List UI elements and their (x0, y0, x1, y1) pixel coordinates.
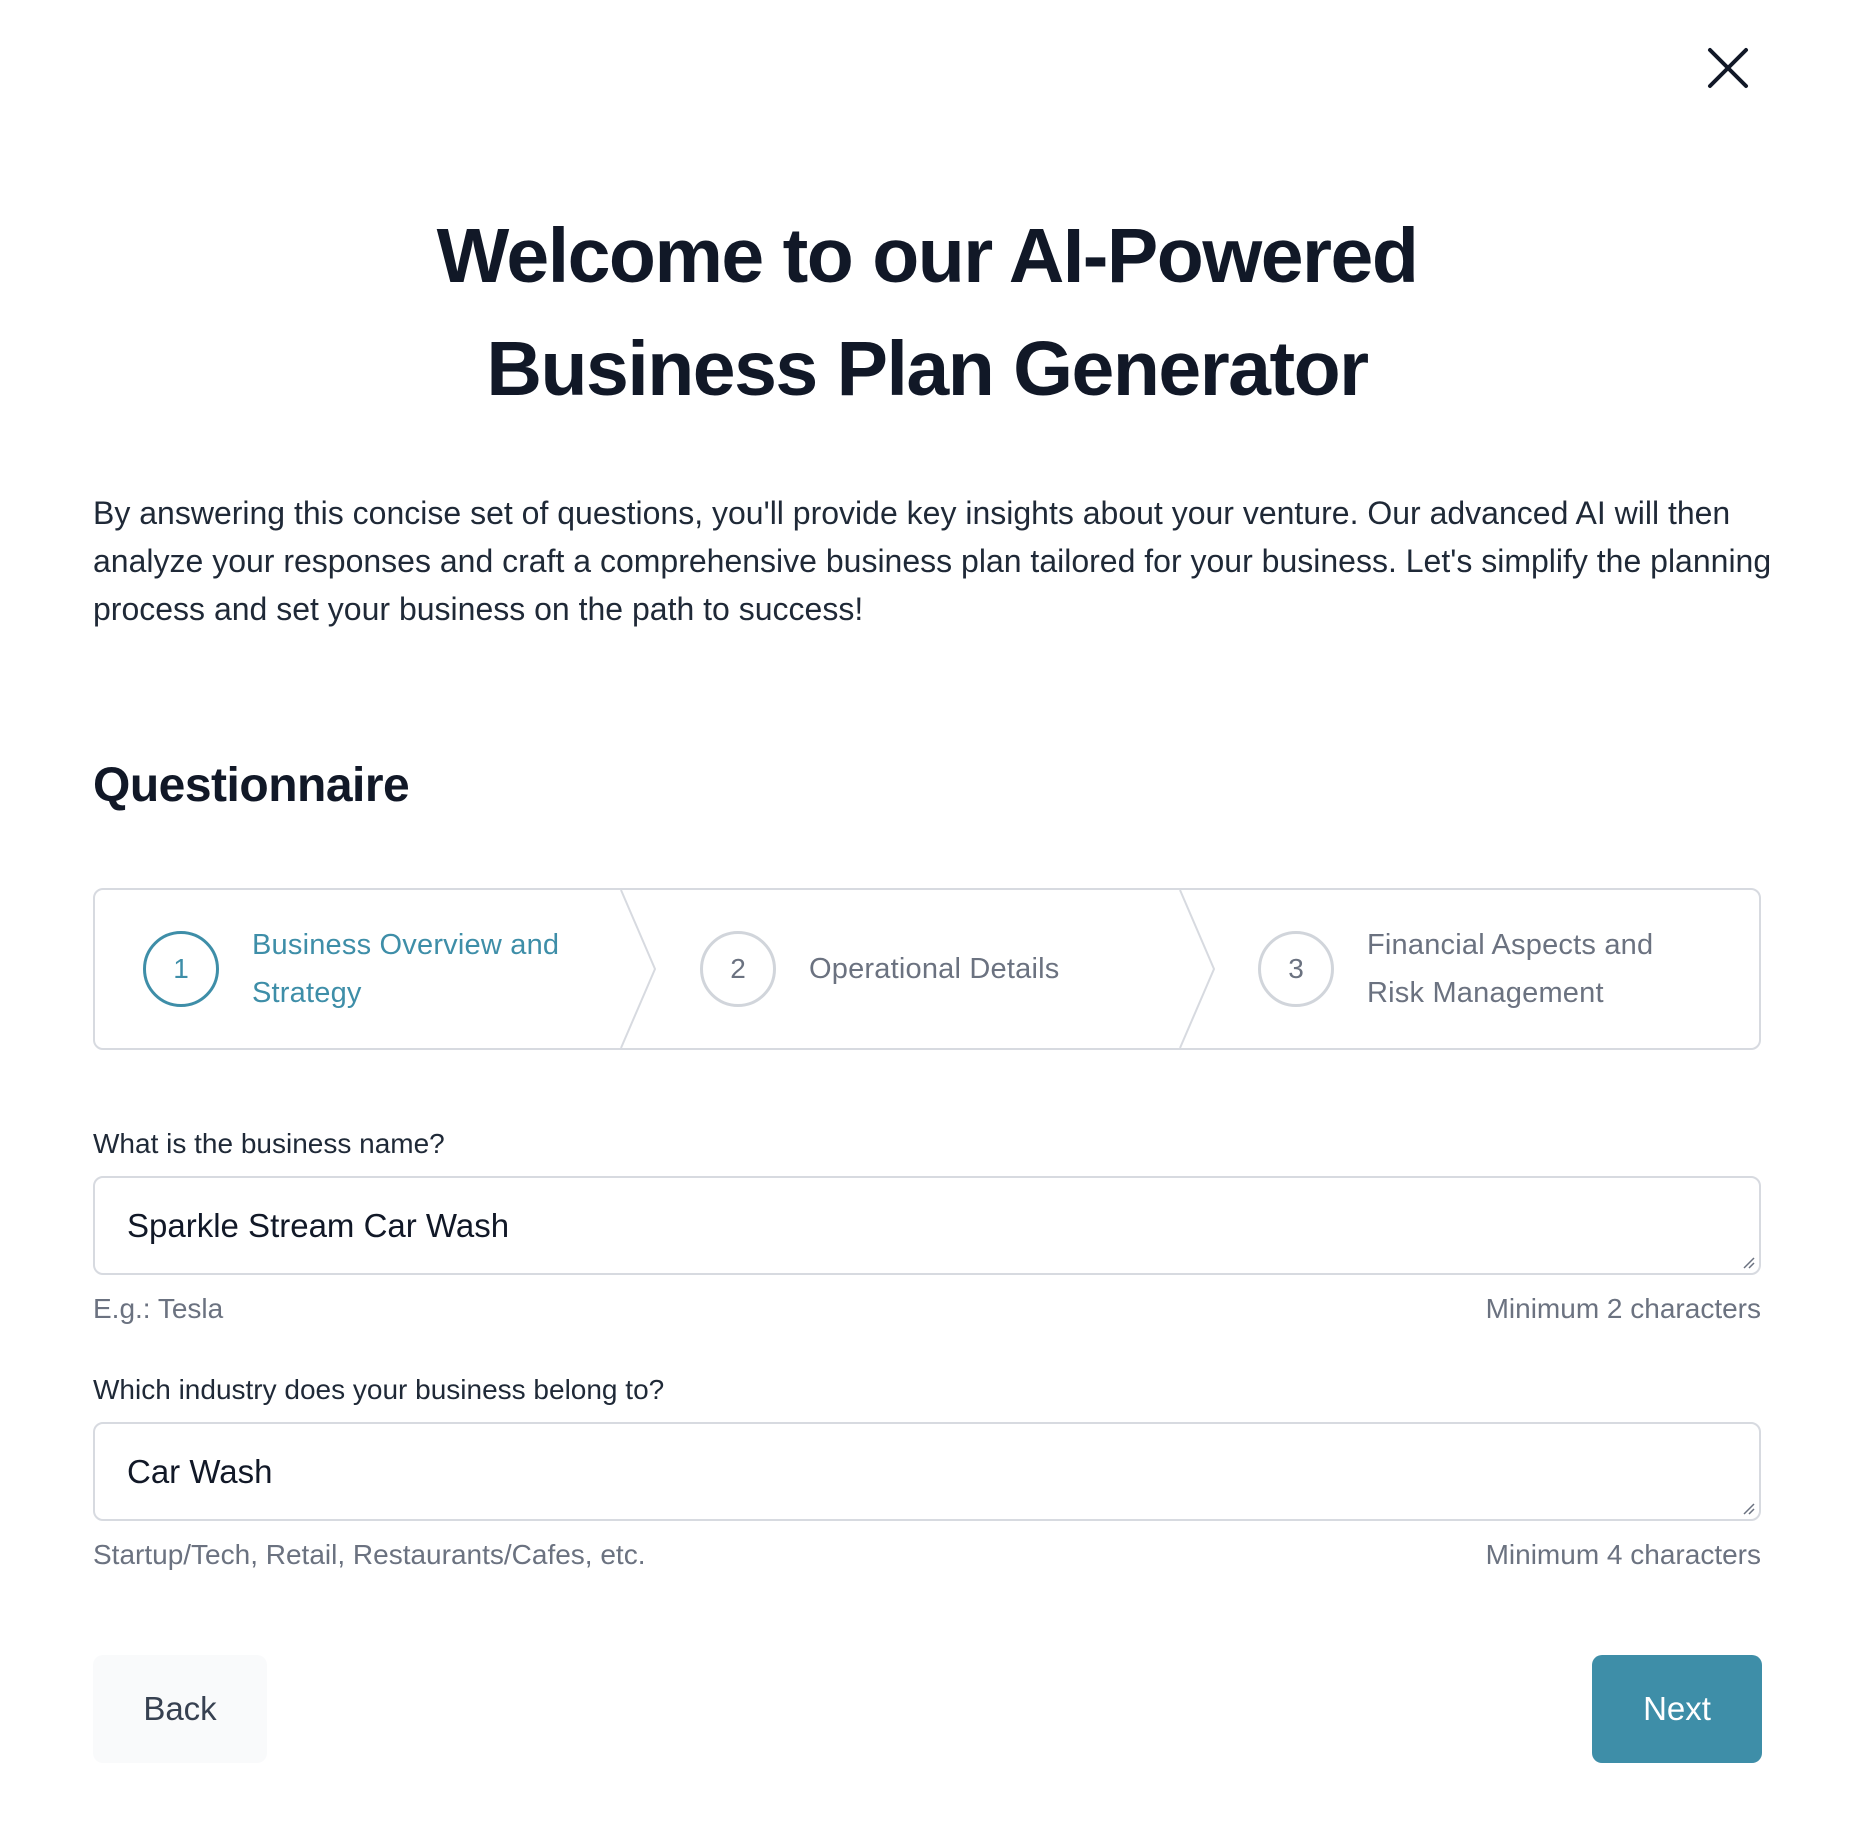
business-name-field[interactable]: Sparkle Stream Car Wash (93, 1176, 1761, 1275)
back-button[interactable]: Back (93, 1655, 267, 1763)
close-button[interactable] (1700, 40, 1756, 96)
step-label: Financial Aspects and Risk Management (1367, 921, 1653, 1017)
step-separator-chevron (1179, 890, 1216, 1048)
industry-min-chars: Minimum 4 characters (1485, 1539, 1761, 1570)
close-icon (1708, 48, 1748, 88)
business-name-label: What is the business name? (93, 1128, 445, 1159)
business-name-example: E.g.: Tesla (93, 1293, 224, 1324)
next-button[interactable]: Next (1592, 1655, 1762, 1763)
questionnaire-heading: Questionnaire (93, 759, 410, 812)
stepper: 1 Business Overview and Strategy 2 Opera… (93, 888, 1761, 1050)
page-title-line2: Business Plan Generator (486, 326, 1369, 412)
step-1[interactable]: 1 Business Overview and Strategy (143, 890, 559, 1048)
industry-field[interactable]: Car Wash (93, 1422, 1761, 1521)
page-title: Welcome to our AI-Powered Business Plan … (0, 200, 1854, 426)
industry-label: Which industry does your business belong… (93, 1374, 665, 1405)
step-label: Operational Details (809, 953, 1060, 985)
step-2[interactable]: 2 Operational Details (700, 890, 1059, 1048)
step-label-line2: Strategy (252, 977, 362, 1009)
resize-grip-icon[interactable] (1741, 1501, 1755, 1515)
step-number-circle: 1 (143, 931, 219, 1007)
step-number-circle: 2 (700, 931, 776, 1007)
page-title-line1: Welcome to our AI-Powered (436, 213, 1419, 299)
industry-example: Startup/Tech, Retail, Restaurants/Cafes,… (93, 1539, 646, 1570)
business-name-min-chars: Minimum 2 characters (1485, 1293, 1761, 1324)
step-label-line1: Financial Aspects and (1367, 929, 1654, 961)
step-label: Business Overview and Strategy (252, 921, 559, 1017)
step-separator-chevron (620, 890, 657, 1048)
industry-value: Car Wash (127, 1452, 273, 1490)
step-label-line1: Business Overview and (252, 929, 560, 961)
step-label-line2: Risk Management (1367, 977, 1604, 1009)
step-3[interactable]: 3 Financial Aspects and Risk Management (1258, 890, 1653, 1048)
resize-grip-icon[interactable] (1741, 1255, 1755, 1269)
intro-text: By answering this concise set of questio… (93, 495, 1772, 627)
business-name-value: Sparkle Stream Car Wash (127, 1206, 510, 1244)
step-number-circle: 3 (1258, 931, 1334, 1007)
